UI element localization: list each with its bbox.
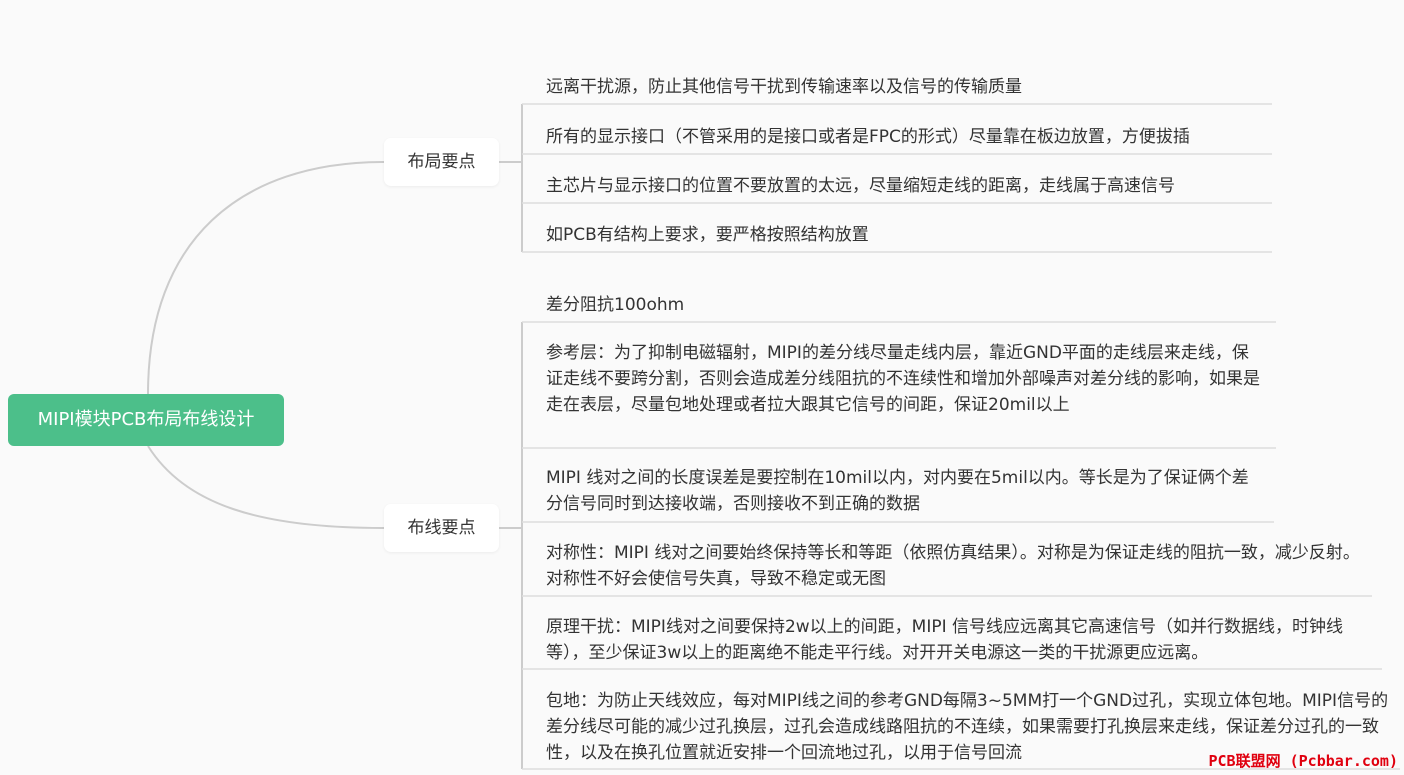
branch-node-routing[interactable]: 布线要点: [384, 504, 499, 552]
leaf-layout-2[interactable]: 所有的显示接口（不管采用的是接口或者是FPC的形式）尽量靠在板边放置，方便拔插: [546, 124, 1270, 150]
leaf-layout-1[interactable]: 远离干扰源，防止其他信号干扰到传输速率以及信号的传输质量: [546, 74, 1266, 100]
leaf-layout-4[interactable]: 如PCB有结构上要求，要严格按照结构放置: [546, 222, 1266, 248]
leaf-routing-3[interactable]: MIPI 线对之间的长度误差是要控制在10mil以内，对内要在5mil以内。等长…: [546, 465, 1256, 517]
leaf-layout-3[interactable]: 主芯片与显示接口的位置不要放置的太远，尽量缩短走线的距离，走线属于高速信号: [546, 173, 1266, 199]
leaf-routing-4[interactable]: 对称性：MIPI 线对之间要始终保持等长和等距（依照仿真结果）。对称是为保证走线…: [546, 540, 1361, 592]
branch-node-routing-label: 布线要点: [407, 518, 476, 538]
root-node-label: MIPI模块PCB布局布线设计: [37, 409, 255, 430]
connector-root-layout: [147, 161, 385, 395]
connector-root-routing: [147, 445, 385, 529]
root-node[interactable]: MIPI模块PCB布局布线设计: [8, 394, 284, 446]
leaf-routing-1[interactable]: 差分阻抗100ohm: [546, 292, 1266, 318]
branch-node-layout-label: 布局要点: [407, 152, 476, 172]
watermark: PCB联盟网 (Pcbbar.com): [1208, 752, 1399, 770]
leaf-routing-2[interactable]: 参考层：为了抑制电磁辐射，MIPI的差分线尽量走线内层，靠近GND平面的走线层来…: [546, 340, 1264, 418]
branch-node-layout[interactable]: 布局要点: [384, 138, 499, 186]
leaf-routing-5[interactable]: 原理干扰：MIPI线对之间要保持2w以上的间距，MIPI 信号线应远离其它高速信…: [546, 614, 1371, 666]
